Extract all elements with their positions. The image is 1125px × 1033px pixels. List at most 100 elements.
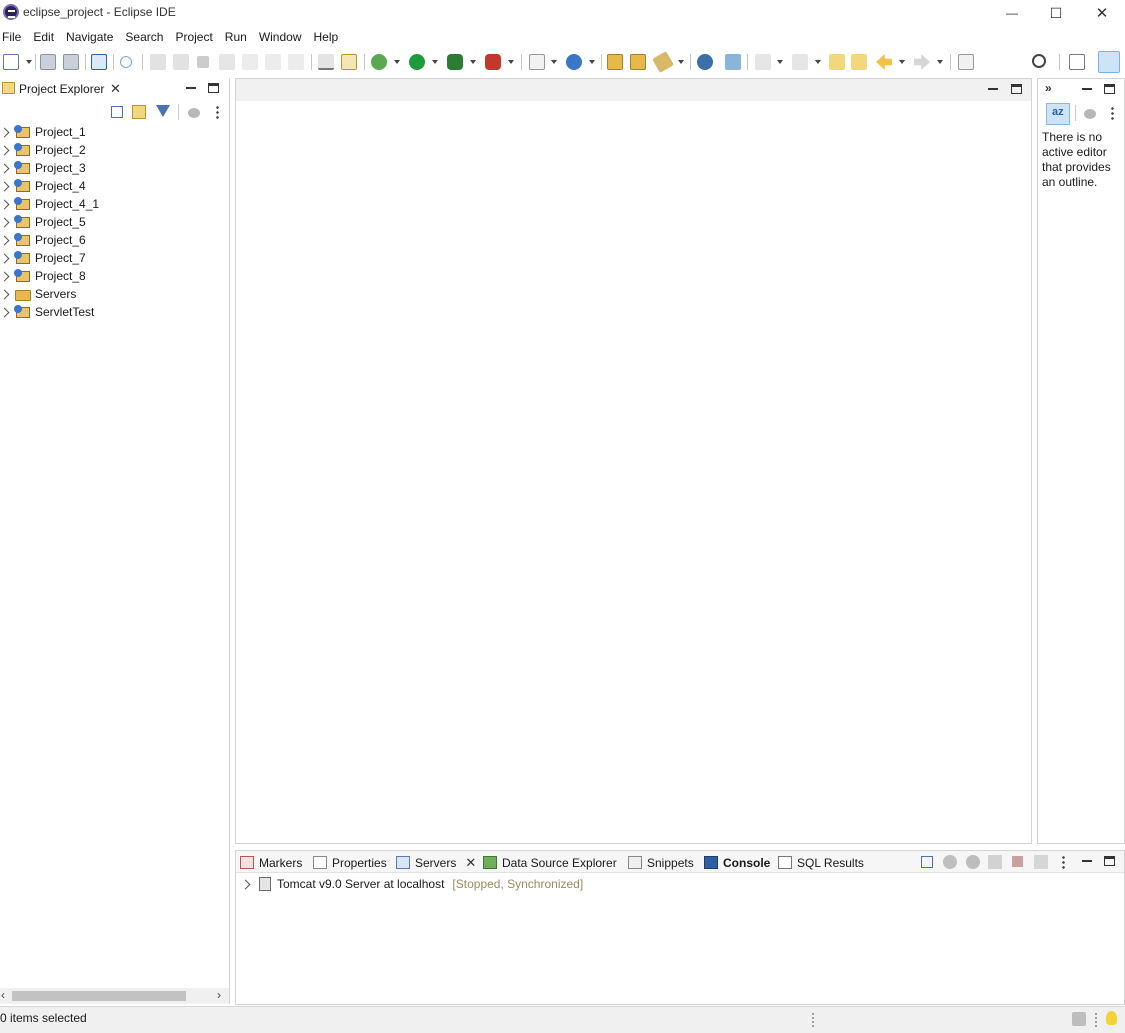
start-server-icon[interactable] — [966, 855, 980, 869]
chevron-right-icon[interactable] — [0, 307, 10, 317]
back-icon[interactable] — [876, 54, 892, 70]
table-row[interactable]: Tomcat v9.0 Server at localhost [Stopped… — [236, 875, 1124, 893]
tip-lightbulb-icon[interactable] — [1106, 1011, 1117, 1025]
sort-icon[interactable]: az — [1046, 103, 1070, 125]
new-icon[interactable] — [3, 54, 19, 70]
tree-item[interactable]: Project_3 — [0, 159, 228, 177]
java-ee-perspective-icon[interactable] — [1098, 51, 1120, 73]
view-menu-icon[interactable] — [216, 105, 219, 119]
chevron-right-icon[interactable] — [0, 253, 10, 263]
next-annotation-dropdown-icon[interactable] — [777, 60, 783, 64]
minimize-view-button[interactable] — [988, 88, 998, 90]
minimize-view-button[interactable] — [186, 87, 196, 89]
chevron-right-icon[interactable] — [0, 235, 10, 245]
coverage-dropdown-icon[interactable] — [470, 60, 476, 64]
tree-item[interactable]: Project_4_1 — [0, 195, 228, 213]
next-edit-location-icon[interactable] — [851, 54, 867, 70]
filter-icon[interactable] — [156, 105, 170, 117]
close-icon[interactable]: ✕ — [110, 81, 121, 97]
maximize-view-button[interactable] — [1104, 84, 1115, 94]
tree-item[interactable]: Project_2 — [0, 141, 228, 159]
search-tool-icon[interactable] — [652, 51, 674, 73]
tree-item[interactable]: Project_1 — [0, 123, 228, 141]
chevron-right-icon[interactable] — [0, 289, 10, 299]
menu-help[interactable]: Help — [314, 30, 345, 44]
minimize-view-button[interactable] — [1082, 88, 1092, 90]
chevron-right-icon[interactable] — [0, 145, 10, 155]
forward-dropdown-icon[interactable] — [937, 60, 943, 64]
tab-data-source-explorer[interactable]: Data Source Explorer — [483, 854, 617, 871]
close-icon[interactable]: ✕ — [465, 855, 476, 871]
collapse-all-icon[interactable] — [921, 856, 933, 868]
scroll-left-icon[interactable]: ‹ — [1, 988, 5, 1002]
save-all-icon[interactable] — [63, 54, 79, 70]
use-step-filters-icon[interactable] — [341, 54, 357, 70]
maximize-view-button[interactable] — [1104, 856, 1115, 866]
previous-annotation-icon[interactable] — [792, 54, 808, 70]
new-java-project-icon[interactable] — [529, 54, 545, 70]
new-dropdown-icon[interactable] — [26, 60, 32, 64]
project-explorer-tab-label[interactable]: Project Explorer — [19, 82, 104, 96]
menu-project[interactable]: Project — [175, 30, 218, 44]
tab-console[interactable]: Console — [704, 854, 770, 871]
previous-annotation-dropdown-icon[interactable] — [815, 60, 821, 64]
scrollbar-thumb[interactable] — [12, 991, 186, 1001]
menu-window[interactable]: Window — [259, 30, 308, 44]
chevron-right-icon[interactable] — [0, 181, 10, 191]
stop-server-icon[interactable] — [1012, 856, 1023, 867]
browser-icon[interactable] — [697, 54, 713, 70]
last-edit-location-icon[interactable] — [829, 54, 845, 70]
focus-on-task-icon[interactable] — [188, 108, 200, 118]
collapse-all-icon[interactable] — [111, 106, 123, 118]
tree-item[interactable]: Project_5 — [0, 213, 228, 231]
coverage-icon[interactable] — [447, 54, 463, 70]
run-dropdown-icon[interactable] — [432, 60, 438, 64]
debug-server-icon[interactable] — [943, 855, 957, 869]
annotation-icon[interactable] — [725, 54, 741, 70]
outline-restore-icon[interactable]: » — [1045, 81, 1052, 95]
chevron-right-icon[interactable] — [0, 127, 10, 137]
tree-item[interactable]: ServletTest — [0, 303, 228, 321]
debug-icon[interactable] — [371, 54, 387, 70]
step-into-icon[interactable] — [242, 54, 258, 70]
open-perspective-icon[interactable] — [1069, 54, 1085, 70]
tree-item[interactable]: Project_7 — [0, 249, 228, 267]
profile-server-icon[interactable] — [988, 855, 1002, 869]
open-type-icon[interactable] — [607, 54, 623, 70]
search-tool-dropdown-icon[interactable] — [678, 60, 684, 64]
external-tools-dropdown-icon[interactable] — [508, 60, 514, 64]
menu-file[interactable]: File — [2, 30, 27, 44]
menu-edit[interactable]: Edit — [33, 30, 60, 44]
suspend-icon[interactable] — [173, 54, 189, 70]
tab-markers[interactable]: Markers — [240, 854, 302, 871]
horizontal-scrollbar[interactable]: ‹ › — [0, 988, 229, 1004]
step-over-icon[interactable] — [265, 54, 281, 70]
view-menu-icon[interactable] — [1062, 855, 1065, 869]
menu-run[interactable]: Run — [225, 30, 253, 44]
tree-item[interactable]: Servers — [0, 285, 228, 303]
menu-navigate[interactable]: Navigate — [66, 30, 119, 44]
minimize-view-button[interactable] — [1082, 860, 1092, 862]
tab-properties[interactable]: Properties — [313, 854, 387, 871]
new-java-project-dropdown-icon[interactable] — [551, 60, 557, 64]
tree-item[interactable]: Project_6 — [0, 231, 228, 249]
new-class-dropdown-icon[interactable] — [589, 60, 595, 64]
maximize-view-button[interactable] — [1011, 84, 1022, 94]
tab-snippets[interactable]: Snippets — [628, 854, 694, 871]
focus-on-task-icon[interactable] — [1084, 109, 1096, 119]
tab-sql-results[interactable]: SQL Results — [778, 854, 864, 871]
background-tasks-icon[interactable] — [1072, 1012, 1086, 1026]
debug-dropdown-icon[interactable] — [394, 60, 400, 64]
search-icon[interactable] — [1032, 54, 1046, 68]
view-menu-icon[interactable] — [1111, 106, 1114, 120]
tree-item[interactable]: Project_8 — [0, 267, 228, 285]
maximize-button[interactable]: ☐ — [1033, 0, 1079, 26]
back-dropdown-icon[interactable] — [899, 60, 905, 64]
chevron-right-icon[interactable] — [0, 163, 10, 173]
drop-to-frame-icon[interactable] — [318, 54, 334, 70]
save-icon[interactable] — [40, 54, 56, 70]
tab-servers[interactable]: Servers ✕ — [396, 853, 476, 872]
external-tools-icon[interactable] — [485, 54, 501, 70]
chevron-right-icon[interactable] — [240, 879, 251, 889]
menu-search[interactable]: Search — [125, 30, 169, 44]
